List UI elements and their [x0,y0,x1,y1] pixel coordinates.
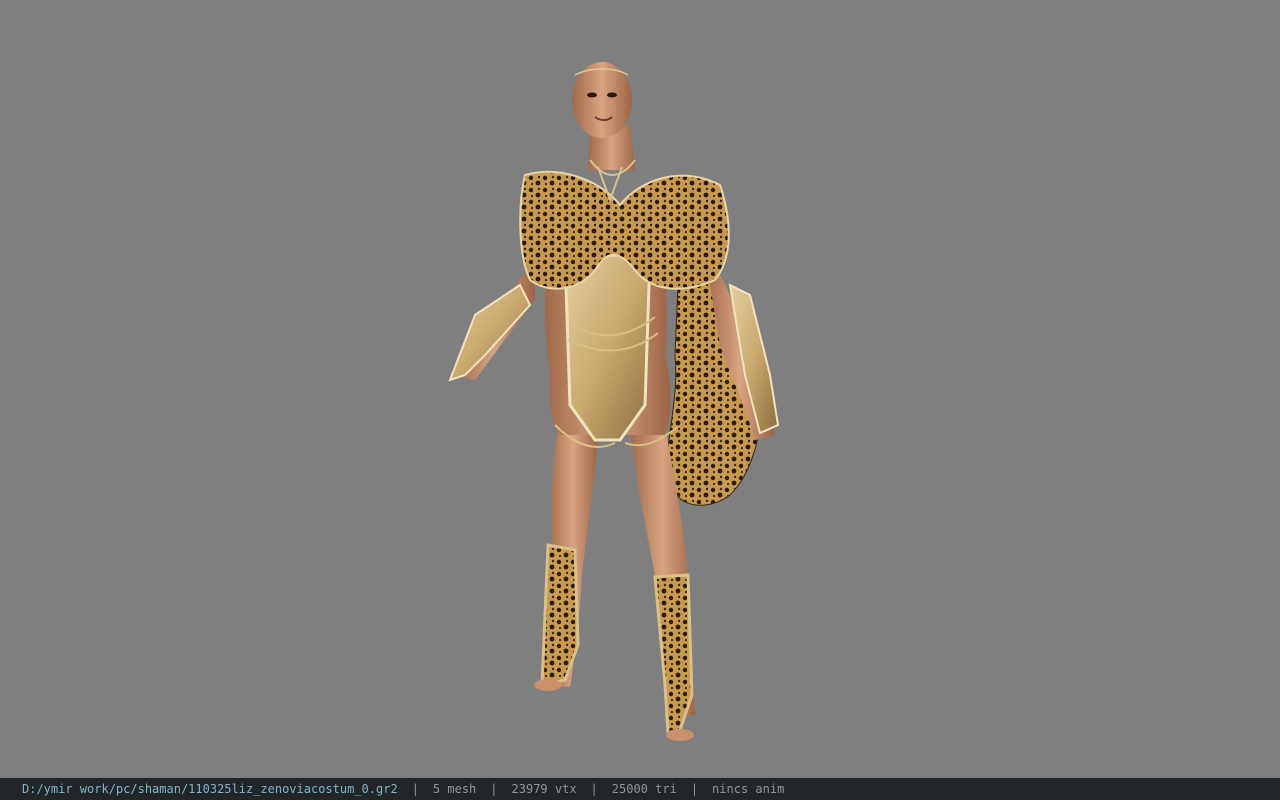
3d-viewport[interactable] [0,0,1280,778]
triangle-count: 25000 tri [611,782,677,796]
separator: | [690,782,699,796]
head [572,62,632,138]
vertex-count: 23979 vtx [511,782,577,796]
right-boot [653,573,694,735]
separator: | [590,782,598,796]
character-model [448,62,780,741]
left-bracer [448,283,532,382]
animation-status: nincs anim [712,782,785,796]
separator: | [411,782,419,796]
separator: | [490,782,498,796]
status-bar: D:/ymir work/pc/shaman/110325liz_zenovia… [0,778,1280,800]
mesh-count: 5 mesh [432,782,477,796]
file-path: D:/ymir work/pc/shaman/110325liz_zenovia… [22,782,398,796]
